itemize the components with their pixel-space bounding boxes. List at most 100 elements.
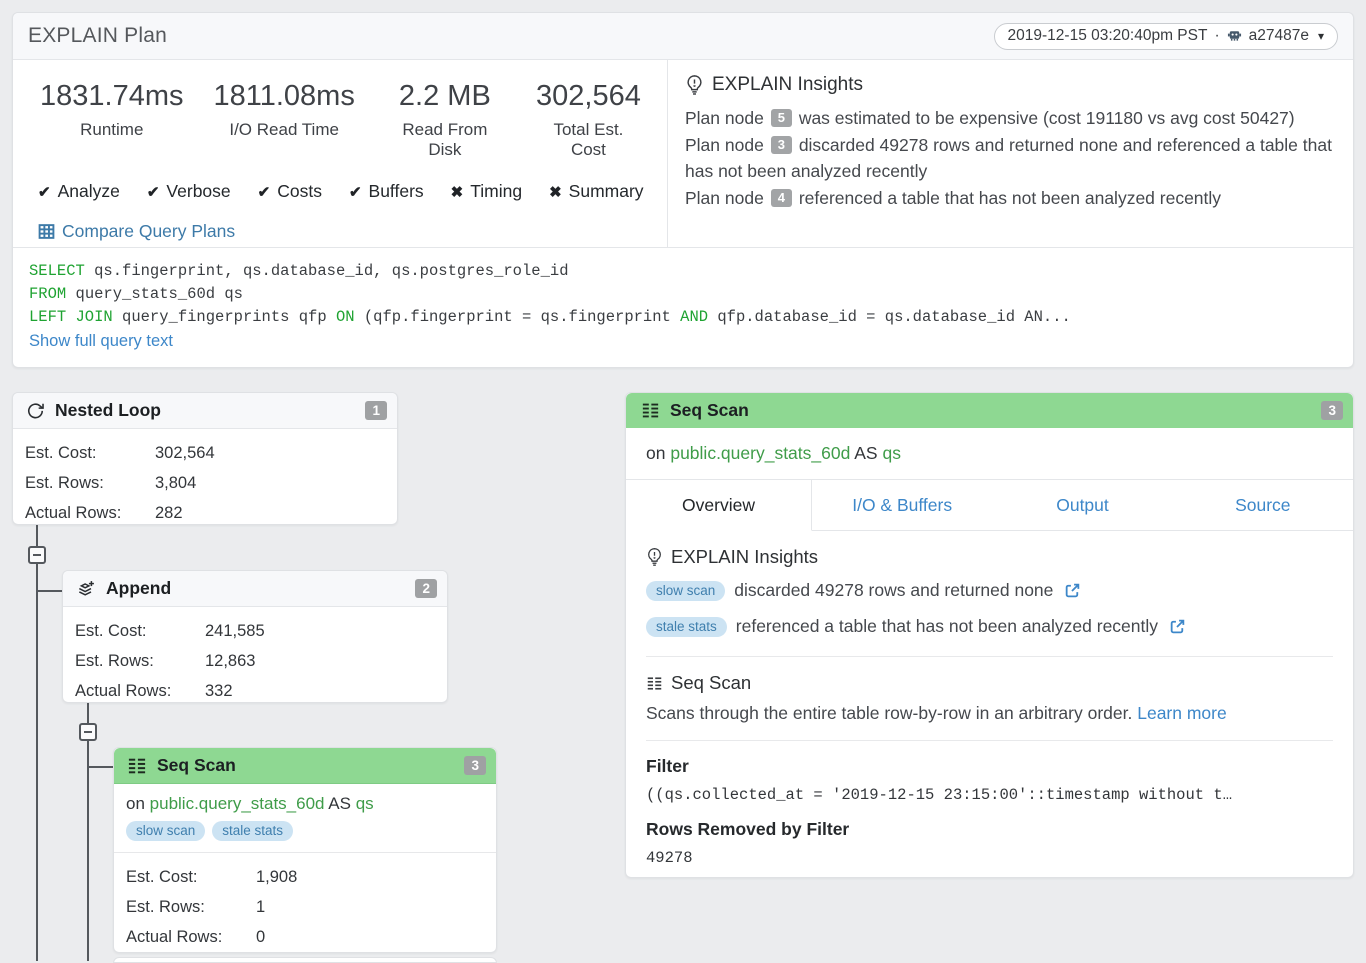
query-sql: SELECT qs.fingerprint, qs.database_id, q… xyxy=(29,260,1337,329)
seq-scan-icon xyxy=(646,676,663,691)
node-detail-panel: Seq Scan 3 on public.query_stats_60d AS … xyxy=(625,392,1354,878)
detail-tabs: Overview I/O & Buffers Output Source xyxy=(626,480,1353,531)
x-icon: ✖ xyxy=(451,183,464,201)
plan-fingerprint: a27487e xyxy=(1249,27,1309,45)
external-link-icon[interactable] xyxy=(1169,618,1186,635)
explain-plan-header: EXPLAIN Plan 2019-12-15 03:20:40pm PST ·… xyxy=(13,13,1353,60)
option-timing: ✖Timing xyxy=(451,181,522,202)
tab-overview[interactable]: Overview xyxy=(626,480,812,531)
detail-filter-section: Filter ((qs.collected_at = '2019-12-15 2… xyxy=(646,741,1333,883)
lightbulb-icon xyxy=(646,547,663,567)
plan-fingerprint-icon xyxy=(1227,28,1242,43)
node-stat-row: Est. Rows:1 xyxy=(126,892,484,922)
alias-link[interactable]: qs xyxy=(356,794,374,813)
tab-source[interactable]: Source xyxy=(1173,480,1353,530)
insights-list: Plan node 5 was estimated to be expensiv… xyxy=(685,105,1335,211)
node-ref-badge[interactable]: 4 xyxy=(771,189,792,207)
rows-removed-value: 49278 xyxy=(646,849,1333,867)
plan-node-nested-loop[interactable]: Nested Loop 1 Est. Cost:302,564 Est. Row… xyxy=(12,392,398,525)
collapse-node-button[interactable] xyxy=(79,723,97,741)
node-ref-badge[interactable]: 3 xyxy=(771,136,792,154)
option-buffers: ✔Buffers xyxy=(349,181,424,202)
insight-tag-slow-scan[interactable]: slow scan xyxy=(646,581,725,601)
node-stat-row: Actual Rows:282 xyxy=(25,498,385,528)
detail-node-type-title: Seq Scan xyxy=(671,672,751,694)
node-ref-badge[interactable]: 5 xyxy=(771,109,792,127)
insight-tag-stale-stats[interactable]: stale stats xyxy=(212,821,293,841)
detail-node-title: Seq Scan xyxy=(670,400,749,421)
detail-node-info-section: Seq Scan Scans through the entire table … xyxy=(646,657,1333,741)
node-relation: on public.query_stats_60d AS qs xyxy=(126,794,484,814)
detail-insight-row: stale stats referenced a table that has … xyxy=(646,613,1333,640)
detail-insight-row: slow scan discarded 49278 rows and retur… xyxy=(646,577,1333,604)
x-icon: ✖ xyxy=(549,183,562,201)
plan-stats: 1831.74ms Runtime 1811.08ms I/O Read Tim… xyxy=(25,80,657,160)
chevron-down-icon: ▾ xyxy=(1318,29,1324,43)
check-icon: ✔ xyxy=(258,183,271,201)
node-title: Nested Loop xyxy=(55,400,161,421)
node-title: Append xyxy=(106,578,171,599)
explain-insights-panel: EXPLAIN Insights Plan node 5 was estimat… xyxy=(668,60,1353,247)
filter-title: Filter xyxy=(646,756,1333,777)
plan-node-seq-scan[interactable]: Seq Scan 3 on public.query_stats_60d AS … xyxy=(113,747,497,953)
option-analyze: ✔Analyze xyxy=(38,181,120,202)
node-stat-row: Actual Rows:0 xyxy=(126,922,484,952)
insight-tag-stale-stats[interactable]: stale stats xyxy=(646,617,727,637)
layers-plus-icon xyxy=(76,579,96,599)
loop-icon xyxy=(26,401,45,420)
tree-connector xyxy=(88,766,114,768)
stat-runtime: 1831.74ms Runtime xyxy=(25,80,199,160)
stat-io-read-time: 1811.08ms I/O Read Time xyxy=(199,80,370,160)
external-link-icon[interactable] xyxy=(1064,582,1081,599)
explain-options: ✔Analyze ✔Verbose ✔Costs ✔Buffers ✖Timin… xyxy=(38,181,657,202)
plan-summary-panel: 1831.74ms Runtime 1811.08ms I/O Read Tim… xyxy=(13,60,668,247)
plan-timestamp-dropdown[interactable]: 2019-12-15 03:20:40pm PST · a27487e ▾ xyxy=(994,23,1338,50)
lightbulb-icon xyxy=(685,74,704,96)
stat-total-est-cost: 302,564 Total Est. Cost xyxy=(520,80,657,160)
table-grid-icon xyxy=(38,223,55,240)
tree-connector xyxy=(87,703,89,961)
node-stat-row: Est. Rows:3,804 xyxy=(25,468,385,498)
node-number-badge: 3 xyxy=(1321,401,1343,420)
check-icon: ✔ xyxy=(147,183,160,201)
node-stat-row: Est. Cost:241,585 xyxy=(75,616,435,646)
node-number-badge: 1 xyxy=(365,401,387,420)
seq-scan-icon xyxy=(127,757,147,775)
node-stat-row: Est. Cost:1,908 xyxy=(126,862,484,892)
node-title: Seq Scan xyxy=(157,755,236,776)
rows-removed-title: Rows Removed by Filter xyxy=(646,819,1333,840)
node-stat-row: Actual Rows:332 xyxy=(75,676,435,706)
detail-insights-title: EXPLAIN Insights xyxy=(671,546,818,568)
option-verbose: ✔Verbose xyxy=(147,181,231,202)
collapse-node-button[interactable] xyxy=(28,546,46,564)
explain-plan-card: EXPLAIN Plan 2019-12-15 03:20:40pm PST ·… xyxy=(12,12,1354,368)
option-costs: ✔Costs xyxy=(258,181,322,202)
plan-node-append[interactable]: Append 2 Est. Cost:241,585 Est. Rows:12,… xyxy=(62,570,448,703)
filter-expression: ((qs.collected_at = '2019-12-15 23:15:00… xyxy=(646,786,1333,804)
node-stat-row: Est. Rows:12,863 xyxy=(75,646,435,676)
option-summary: ✖Summary xyxy=(549,181,643,202)
node-number-badge: 2 xyxy=(415,579,437,598)
table-link[interactable]: public.query_stats_60d xyxy=(150,794,325,813)
tab-output[interactable]: Output xyxy=(992,480,1172,530)
detail-relation: on public.query_stats_60d AS qs xyxy=(626,428,1353,480)
tab-io-buffers[interactable]: I/O & Buffers xyxy=(812,480,992,530)
page-title: EXPLAIN Plan xyxy=(28,24,167,48)
separator-dot: · xyxy=(1214,27,1219,45)
seq-scan-icon xyxy=(641,402,660,419)
plan-timestamp: 2019-12-15 03:20:40pm PST xyxy=(1008,27,1208,45)
check-icon: ✔ xyxy=(38,183,51,201)
query-text-panel: SELECT qs.fingerprint, qs.database_id, q… xyxy=(13,248,1353,351)
insight-tag-slow-scan[interactable]: slow scan xyxy=(126,821,205,841)
tree-connector xyxy=(37,590,63,592)
show-full-query-link[interactable]: Show full query text xyxy=(29,332,173,351)
insights-title: EXPLAIN Insights xyxy=(712,74,863,96)
plan-node-partial-card xyxy=(113,957,497,963)
node-number-badge: 3 xyxy=(464,756,486,775)
node-description: Scans through the entire table row-by-ro… xyxy=(646,703,1333,724)
detail-insights-section: EXPLAIN Insights slow scan discarded 492… xyxy=(646,531,1333,657)
learn-more-link[interactable]: Learn more xyxy=(1137,703,1227,723)
alias-link[interactable]: qs xyxy=(882,443,900,463)
table-link[interactable]: public.query_stats_60d xyxy=(670,443,850,463)
compare-query-plans-link[interactable]: Compare Query Plans xyxy=(62,221,235,242)
